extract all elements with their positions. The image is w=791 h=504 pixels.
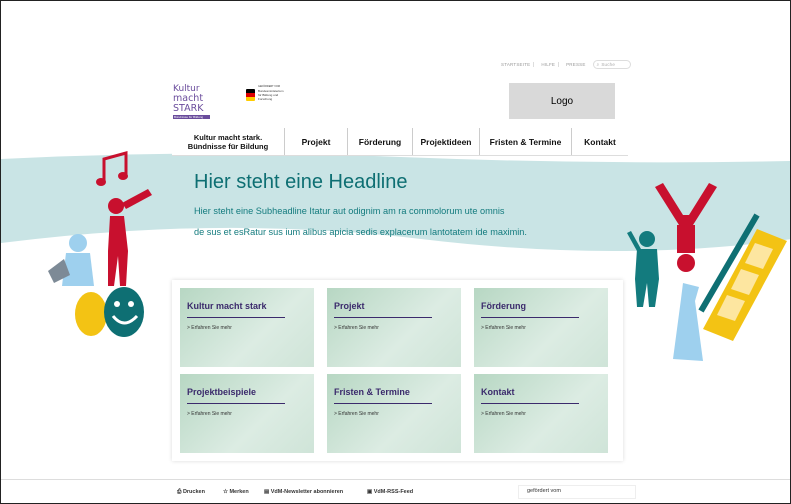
- nav-item-home[interactable]: Kultur macht stark. Bündnisse für Bildun…: [172, 128, 285, 155]
- page-frame: STARTSEITE HILFE PRESSE ⌕ Suche Logo Kul…: [0, 0, 791, 504]
- paint-tube-icon: [673, 283, 703, 361]
- tile-title: Kontakt: [481, 387, 515, 397]
- footer-gefoerdert-vom: gefördert vom: [518, 485, 636, 499]
- nav-item-kontakt[interactable]: Kontakt: [572, 128, 628, 155]
- nav-item-projektideen[interactable]: Projektideen: [413, 128, 480, 155]
- top-link-startseite[interactable]: STARTSEITE: [498, 62, 535, 67]
- nav-item-foerderung[interactable]: Förderung: [348, 128, 413, 155]
- footer-link-merken[interactable]: ☆ Merken: [223, 489, 249, 495]
- footer-link-label: Drucken: [182, 489, 205, 495]
- tile-divider: [481, 403, 579, 404]
- boy-waving-figure: [627, 231, 659, 307]
- search-input[interactable]: ⌕ Suche: [592, 60, 631, 69]
- tile-more-link[interactable]: > Erfahren Sie mehr: [334, 325, 379, 331]
- tile-more-link[interactable]: > Erfahren Sie mehr: [334, 411, 379, 417]
- footer-link-label: VdM-Newsletter abonnieren: [270, 489, 344, 495]
- tile-title: Projekt: [334, 301, 365, 311]
- tile-divider: [187, 403, 285, 404]
- tile-divider: [334, 317, 432, 318]
- search-placeholder: Suche: [601, 62, 616, 67]
- tile-kontakt[interactable]: Kontakt > Erfahren Sie mehr: [474, 374, 608, 453]
- tile-more-link[interactable]: > Erfahren Sie mehr: [481, 411, 526, 417]
- tile-title: Projektbeispiele: [187, 387, 257, 397]
- sponsor-name: Bundesministerium für Bildung und Forsch…: [258, 89, 284, 101]
- theater-masks-icon: [75, 287, 144, 337]
- logo-placeholder[interactable]: Logo: [509, 83, 615, 119]
- film-strip-icon: [703, 229, 787, 341]
- brand-tagline: Bündnisse für Bildung: [173, 115, 210, 119]
- tile-more-link[interactable]: > Erfahren Sie mehr: [187, 411, 232, 417]
- star-icon: ☆: [223, 489, 228, 495]
- print-icon: ⎙: [177, 489, 182, 495]
- tile-title: Fristen & Termine: [334, 387, 410, 397]
- tile-divider: [187, 317, 285, 318]
- eagle-icon: [246, 89, 255, 101]
- tile-foerderung[interactable]: Förderung > Erfahren Sie mehr: [474, 288, 608, 367]
- hero-subheadline-1: Hier steht eine Subheadline Itatur aut o…: [194, 206, 505, 216]
- footer-link-newsletter[interactable]: ▤ VdM-Newsletter abonnieren: [264, 489, 343, 495]
- hero-subheadline-2: de sus et esRatur sus ium alibus apicia …: [194, 227, 527, 237]
- rss-icon: ▣: [367, 489, 373, 495]
- brand-line2: macht STARK: [173, 93, 204, 114]
- tile-title: Kultur macht stark: [187, 301, 267, 311]
- nav-item-projekt[interactable]: Projekt: [285, 128, 348, 155]
- main-nav: Kultur macht stark. Bündnisse für Bildun…: [172, 128, 628, 156]
- tile-more-link[interactable]: > Erfahren Sie mehr: [481, 325, 526, 331]
- footer-link-label: Merken: [229, 489, 249, 495]
- tile-divider: [481, 317, 579, 318]
- newsletter-icon: ▤: [264, 489, 270, 495]
- top-links: STARTSEITE HILFE PRESSE ⌕ Suche: [498, 60, 631, 69]
- footer-link-rss[interactable]: ▣ VdM-RSS-Feed: [367, 489, 413, 495]
- sponsor-logo: GEFÖRDERT VOM Bundesministerium für Bild…: [246, 85, 284, 101]
- top-link-presse[interactable]: PRESSE: [563, 62, 588, 67]
- tiles-panel: Kultur macht stark > Erfahren Sie mehr P…: [172, 280, 623, 461]
- tile-title: Förderung: [481, 301, 526, 311]
- tile-divider: [334, 403, 432, 404]
- tile-more-link[interactable]: > Erfahren Sie mehr: [187, 325, 232, 331]
- footer-link-label: VdM-RSS-Feed: [373, 489, 414, 495]
- hero-headline: Hier steht eine Headline: [194, 171, 408, 193]
- footer-link-drucken[interactable]: ⎙ Drucken: [177, 489, 205, 496]
- tile-fristen-termine[interactable]: Fristen & Termine > Erfahren Sie mehr: [327, 374, 461, 453]
- tile-projektbeispiele[interactable]: Projektbeispiele > Erfahren Sie mehr: [180, 374, 314, 453]
- tile-kultur-macht-stark[interactable]: Kultur macht stark > Erfahren Sie mehr: [180, 288, 314, 367]
- boy-with-laptop-figure: [48, 234, 94, 286]
- nav-item-fristen-termine[interactable]: Fristen & Termine: [480, 128, 572, 155]
- tile-projekt[interactable]: Projekt > Erfahren Sie mehr: [327, 288, 461, 367]
- top-link-hilfe[interactable]: HILFE: [538, 62, 560, 67]
- brand-logo[interactable]: Kultur macht STARK Bündnisse für Bildung: [173, 85, 213, 119]
